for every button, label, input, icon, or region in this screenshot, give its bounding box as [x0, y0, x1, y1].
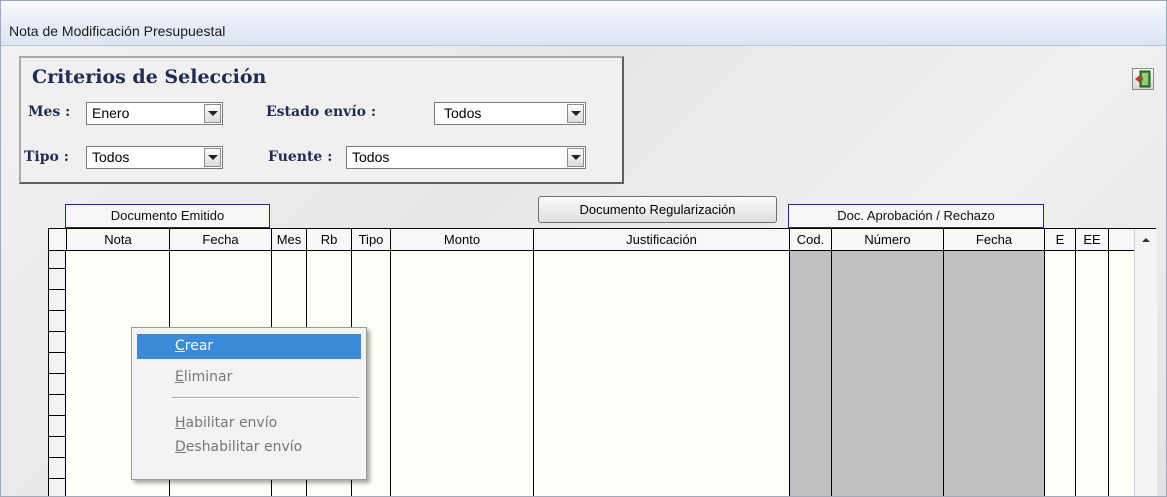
tipo-label: Tipo :: [24, 149, 69, 165]
vertical-scrollbar[interactable]: [1134, 229, 1157, 496]
fecha-aprobacion-column-fill: [944, 251, 1044, 496]
menu-separator: [172, 397, 359, 399]
menu-item-deshabilitar-envio[interactable]: Deshabilitar envío: [137, 435, 361, 460]
documento-regularizacion-button[interactable]: Documento Regularización: [538, 196, 777, 223]
column-header-tipo[interactable]: Tipo: [352, 229, 391, 251]
menu-item-habilitar-envio[interactable]: Habilitar envío: [137, 411, 361, 436]
scroll-up-arrow-icon[interactable]: [1142, 238, 1150, 242]
menu-item-crear[interactable]: Crear: [137, 334, 361, 359]
menu-item-eliminar[interactable]: Eliminar: [137, 365, 361, 390]
column-header-nota[interactable]: Nota: [67, 229, 170, 251]
fuente-select[interactable]: Todos: [346, 146, 586, 169]
chevron-down-icon[interactable]: [567, 104, 584, 123]
mes-select-value: Enero: [92, 105, 130, 121]
selection-criteria-panel: Criterios de Selección Mes : Enero Estad…: [19, 56, 624, 184]
estado-envio-select[interactable]: Todos: [434, 102, 586, 125]
window-title: Nota de Modificación Presupuestal: [9, 23, 226, 39]
column-header-fecha[interactable]: Fecha: [170, 229, 272, 251]
column-header-ee[interactable]: EE: [1076, 229, 1109, 251]
row-selector-header: [49, 229, 67, 251]
mes-label: Mes :: [28, 104, 71, 120]
column-header-numero[interactable]: Número: [832, 229, 944, 251]
column-header-rb[interactable]: Rb: [307, 229, 352, 251]
chevron-down-icon[interactable]: [204, 148, 221, 167]
criteria-heading: Criterios de Selección: [32, 66, 267, 88]
tipo-select[interactable]: Todos: [86, 146, 223, 169]
chevron-down-icon[interactable]: [567, 148, 584, 167]
estado-envio-select-value: Todos: [444, 105, 482, 121]
estado-envio-label: Estado envío :: [266, 104, 377, 120]
mes-select[interactable]: Enero: [86, 102, 223, 125]
cod-column-fill: [790, 251, 831, 496]
column-header-e[interactable]: E: [1045, 229, 1076, 251]
column-header-justificacion[interactable]: Justificación: [534, 229, 790, 251]
doc-aprobacion-group-label: Doc. Aprobación / Rechazo: [788, 204, 1044, 228]
row-selector-column[interactable]: [49, 251, 66, 496]
fuente-select-value: Todos: [352, 149, 390, 165]
column-header-fecha-aprobacion[interactable]: Fecha: [944, 229, 1045, 251]
column-header-monto[interactable]: Monto: [391, 229, 534, 251]
context-menu: Crear Eliminar Habilitar envío Deshabili…: [131, 327, 367, 480]
chevron-down-icon[interactable]: [204, 104, 221, 123]
grid-header: Nota Fecha Mes Rb Tipo Monto Justificaci…: [49, 229, 1157, 251]
documento-emitido-group-label: Documento Emitido: [65, 204, 270, 228]
fuente-label: Fuente :: [268, 149, 333, 165]
app-window: Nota de Modificación Presupuestal Criter…: [0, 0, 1167, 497]
column-header-mes[interactable]: Mes: [272, 229, 307, 251]
title-bar: Nota de Modificación Presupuestal: [1, 1, 1166, 46]
tipo-select-value: Todos: [92, 149, 130, 165]
exit-door-icon: [1135, 70, 1151, 88]
numero-column-fill: [832, 251, 943, 496]
column-header-cod[interactable]: Cod.: [790, 229, 832, 251]
exit-button[interactable]: [1132, 68, 1154, 90]
